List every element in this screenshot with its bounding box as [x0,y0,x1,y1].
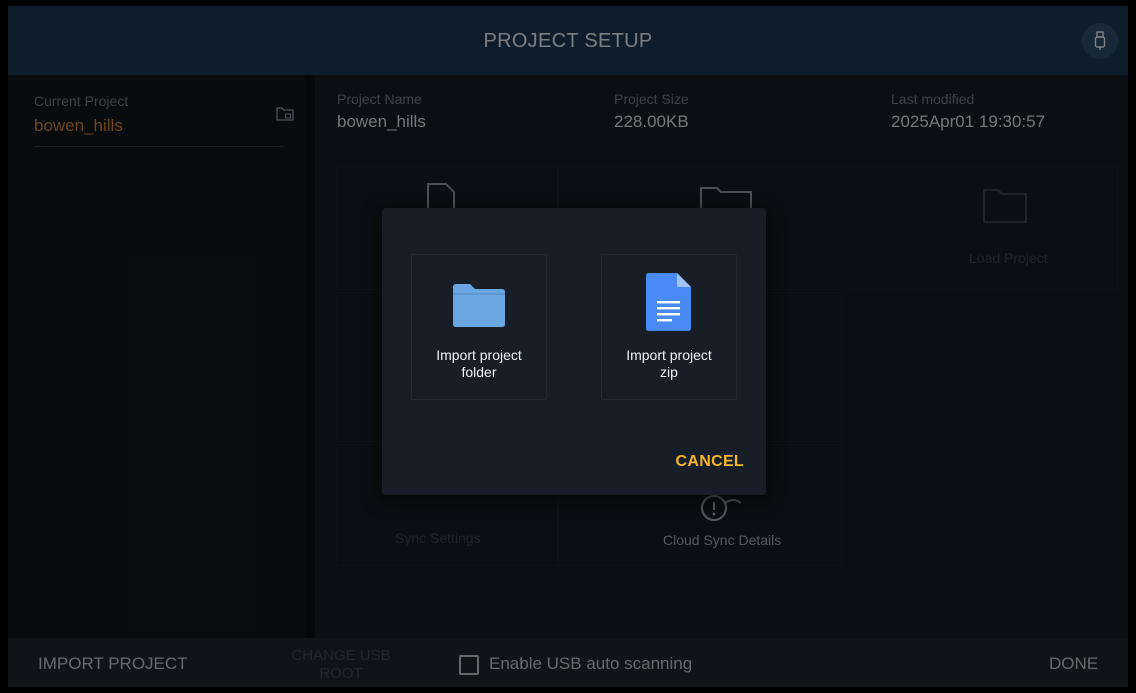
tile-cloud-sync-details-label: Cloud Sync Details [663,532,782,548]
folder-icon[interactable] [276,105,294,121]
last-modified-label: Last modified [891,91,975,107]
project-name-label: Project Name [337,91,422,107]
page-title: PROJECT SETUP [483,30,653,52]
usb-auto-scan-label[interactable]: Enable USB auto scanning [489,654,692,674]
import-folder-option[interactable]: Import project folder [411,254,547,400]
change-usb-root-line1: CHANGE USB [291,647,391,664]
tile-load-project[interactable]: Load Project [844,166,1118,290]
last-modified-info: Last modified 2025Apr01 19:30:57 [891,91,1045,132]
import-folder-label: Import project folder [412,347,546,381]
current-project-label: Current Project [34,93,129,109]
done-button[interactable]: DONE [1049,654,1098,674]
current-project-underline [34,146,284,147]
project-size-label: Project Size [614,91,689,107]
import-project-button[interactable]: IMPORT PROJECT [38,654,188,674]
change-usb-root-line2: ROOT [319,665,363,682]
header-bar: PROJECT SETUP [8,6,1128,75]
usb-button[interactable] [1082,23,1118,59]
project-size-value: 228.00KB [614,112,689,131]
current-project-value[interactable]: bowen_hills [34,116,123,136]
last-modified-value: 2025Apr01 19:30:57 [891,112,1046,131]
import-project-dialog: Import project folder Import project zip… [382,208,766,495]
project-name-value: bowen_hills [337,112,426,131]
folder-usb-icon [983,189,1027,223]
usb-icon [1094,31,1106,50]
import-folder-label-line1: Import project [436,347,522,363]
tile-load-project-label: Load Project [969,250,1048,266]
document-icon [646,273,691,331]
import-zip-label-line1: Import project [626,347,712,363]
import-zip-label: Import project zip [602,347,736,381]
tile-sync-settings-label: Sync Settings [395,530,481,546]
folder-icon [453,284,505,327]
project-name-info: Project Name bowen_hills [337,91,426,132]
current-project-panel: Current Project bowen_hills [8,75,305,638]
footer-bar: IMPORT PROJECT CHANGE USB ROOT Enable US… [8,638,1128,687]
change-usb-root-button[interactable]: CHANGE USB ROOT [276,647,406,683]
import-zip-label-line2: zip [660,364,678,380]
import-folder-label-line2: folder [461,364,497,380]
panel-divider [305,75,315,638]
project-size-info: Project Size 228.00KB [614,91,689,132]
cancel-button[interactable]: CANCEL [676,453,744,471]
cloud-alert-icon [701,495,742,521]
import-zip-option[interactable]: Import project zip [601,254,737,400]
usb-auto-scan-checkbox[interactable] [459,655,479,675]
